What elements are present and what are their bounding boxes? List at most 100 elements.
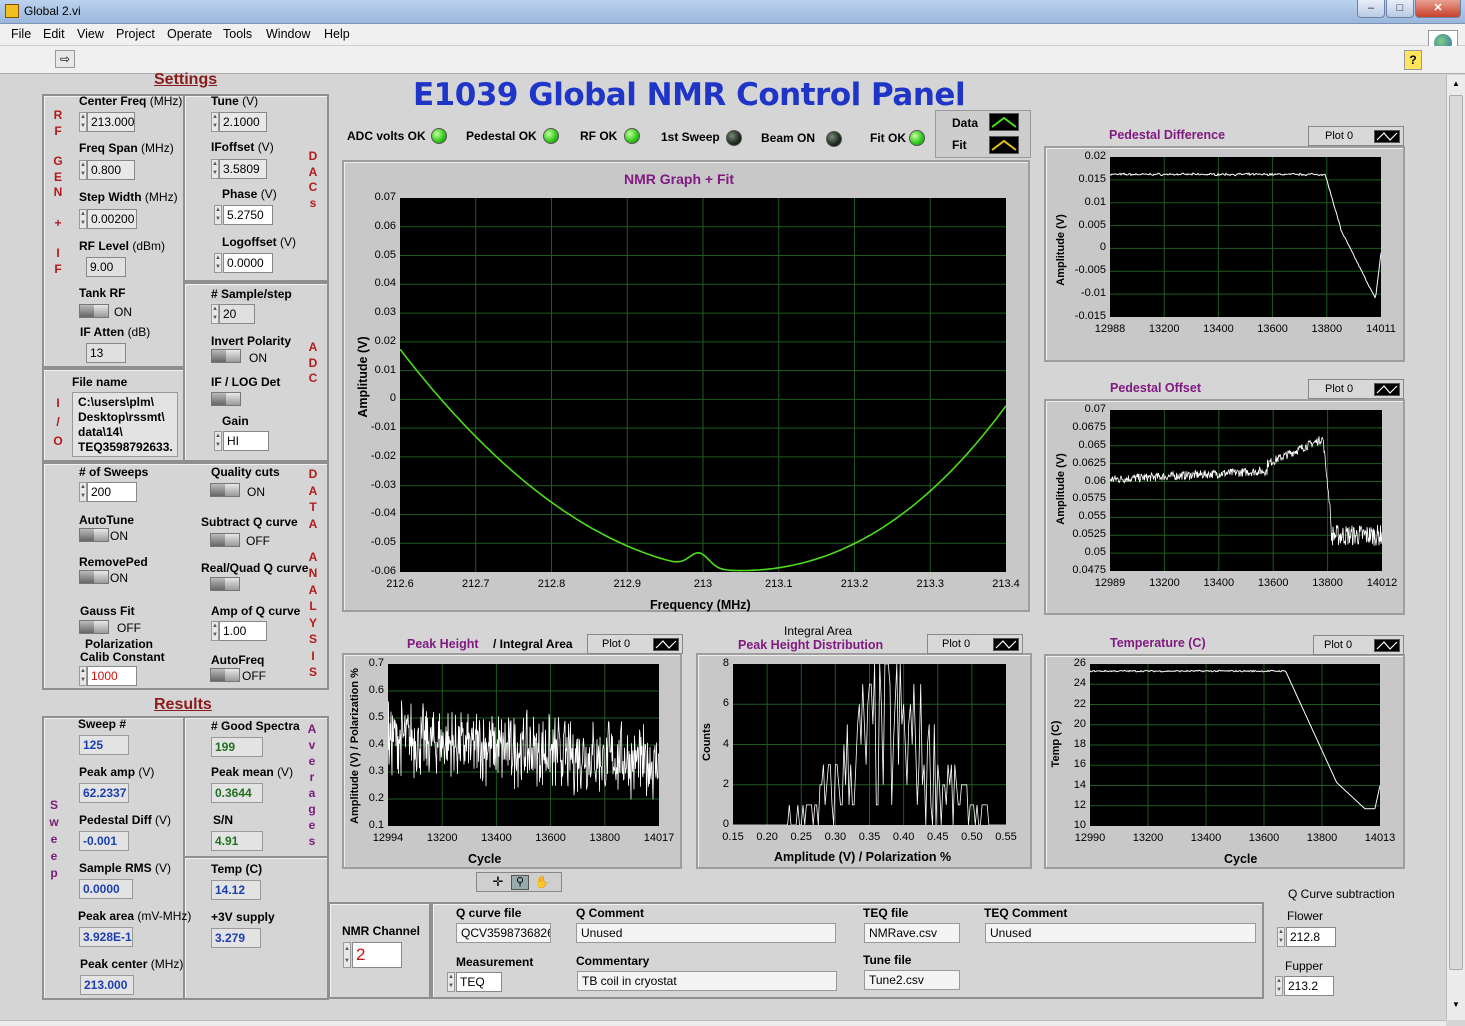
subtract-q-toggle[interactable] xyxy=(210,533,240,547)
tank-rf-toggle[interactable] xyxy=(79,304,109,318)
amp-q-input[interactable]: 1.00 xyxy=(219,621,267,641)
peak-amp-label: Peak amp (V) xyxy=(79,765,155,779)
legend-fit-swatch[interactable] xyxy=(989,136,1019,154)
ped_diff-xtick: 13400 xyxy=(1203,323,1234,335)
quality-cuts-toggle[interactable] xyxy=(210,483,240,497)
sample-step-input[interactable]: 20 xyxy=(219,304,255,324)
ped-offset-plot-legend[interactable]: Plot 0 xyxy=(1308,379,1404,399)
maximize-button[interactable]: □ xyxy=(1386,0,1414,18)
gain-spinner[interactable]: ▲ ▼ xyxy=(214,431,222,451)
zoom-icon[interactable]: ⚲ xyxy=(511,875,529,890)
peak_dist-ytick: 2 xyxy=(722,777,729,790)
teq-comment-field[interactable]: Unused xyxy=(985,923,1256,943)
menu-window[interactable]: Window xyxy=(266,27,310,41)
nmr-graph-plot[interactable] xyxy=(399,198,1007,572)
scroll-up-icon[interactable]: ▲ xyxy=(1449,79,1463,93)
temperature-plot-legend[interactable]: Plot 0 xyxy=(1313,635,1404,655)
ped-diff-plot-legend[interactable]: Plot 0 xyxy=(1308,126,1404,146)
vertical-scrollbar[interactable]: ▲ ▼ xyxy=(1446,75,1465,1020)
ped-offset-line xyxy=(1109,436,1383,546)
flower-spinner[interactable]: ▲ ▼ xyxy=(1277,927,1285,947)
scroll-down-icon[interactable]: ▼ xyxy=(1449,1000,1463,1014)
removeped-state: ON xyxy=(110,571,128,585)
step-width-input[interactable]: 0.00200 xyxy=(87,209,137,229)
flower-input[interactable]: 212.8 xyxy=(1286,927,1336,947)
measurement-label: Measurement xyxy=(456,955,534,969)
cursor-move-icon[interactable]: ✛ xyxy=(489,875,507,890)
menu-edit[interactable]: Edit xyxy=(43,27,65,41)
num-sweeps-input[interactable]: 200 xyxy=(87,482,137,502)
ped-offset-plot[interactable] xyxy=(1109,410,1383,571)
real-quad-toggle[interactable] xyxy=(210,577,240,591)
ioffset-input[interactable]: 3.5809 xyxy=(219,159,267,179)
removeped-toggle[interactable] xyxy=(79,570,109,584)
menu-tools[interactable]: Tools xyxy=(223,27,252,41)
graph-palette: ✛ ⚲ ✋ xyxy=(476,872,562,892)
tune-spinner[interactable]: ▲ ▼ xyxy=(211,112,219,132)
menu-project[interactable]: Project xyxy=(116,27,155,41)
rf-level-input[interactable]: 9.00 xyxy=(86,257,126,277)
pol-calib-spinner[interactable]: ▲ ▼ xyxy=(79,666,87,686)
ioffset-spinner[interactable]: ▲ ▼ xyxy=(211,159,219,179)
q-curve-file-field[interactable]: QCV3598736826. xyxy=(456,923,551,943)
supply-label: +3V supply xyxy=(211,910,275,924)
if-log-det-toggle[interactable] xyxy=(211,392,241,406)
peak-amp-value: 62.2337 xyxy=(79,783,129,803)
fupper-spinner[interactable]: ▲ ▼ xyxy=(1275,976,1283,996)
horizontal-scrollbar[interactable] xyxy=(0,1020,1446,1026)
sample-step-spinner[interactable]: ▲ ▼ xyxy=(211,304,219,324)
phase-spinner[interactable]: ▲ ▼ xyxy=(214,205,222,225)
run-arrow-icon[interactable]: ⇨ xyxy=(55,50,75,68)
tune-input[interactable]: 2.1000 xyxy=(219,112,267,132)
temperature-ytick: 22 xyxy=(1073,697,1086,710)
peak-height-plot[interactable] xyxy=(387,664,660,826)
amp-q-spinner[interactable]: ▲ ▼ xyxy=(211,621,219,641)
subtract-q-label: Subtract Q curve xyxy=(201,515,298,529)
logoffset-spinner[interactable]: ▲ ▼ xyxy=(214,253,222,273)
gauss-fit-toggle[interactable] xyxy=(79,620,109,634)
freq-span-spinner[interactable]: ▲ ▼ xyxy=(79,160,87,180)
ped-offset-ylabel: Amplitude (V) xyxy=(1055,453,1067,525)
freq-span-input[interactable]: 0.800 xyxy=(87,160,135,180)
close-button[interactable]: ✕ xyxy=(1415,0,1461,18)
commentary-field[interactable]: TB coil in cryostat xyxy=(577,971,837,991)
pedestal-ok-led xyxy=(543,128,559,144)
pan-hand-icon[interactable]: ✋ xyxy=(533,875,551,890)
peak-height-plot-legend[interactable]: Plot 0 xyxy=(587,634,683,654)
help-icon[interactable]: ? xyxy=(1404,50,1422,70)
measurement-select[interactable]: TEQ xyxy=(456,972,502,992)
measurement-spinner[interactable]: ▲ ▼ xyxy=(447,972,455,992)
gain-select[interactable]: HI xyxy=(223,431,269,451)
legend-data-swatch[interactable] xyxy=(989,113,1019,131)
if-atten-input[interactable]: 13 xyxy=(86,343,126,363)
autofreq-toggle[interactable] xyxy=(210,668,240,682)
teq-file-field[interactable]: NMRave.csv xyxy=(864,923,960,943)
ped-diff-plot[interactable] xyxy=(1109,157,1382,317)
menu-view[interactable]: View xyxy=(77,27,104,41)
autotune-toggle[interactable] xyxy=(79,528,109,542)
center-freq-input[interactable]: 213.000 xyxy=(87,112,135,132)
tune-file-field[interactable]: Tune2.csv xyxy=(864,970,960,990)
minimize-button[interactable]: – xyxy=(1357,0,1385,18)
ped_diff-ytick: 0.02 xyxy=(1084,150,1106,162)
step-width-spinner[interactable]: ▲ ▼ xyxy=(79,209,87,229)
pol-calib-input[interactable]: 1000 xyxy=(87,666,137,686)
peak-dist-title-top: Integral Area xyxy=(784,624,853,638)
nmr-channel-input[interactable]: 2 xyxy=(352,942,402,968)
menu-operate[interactable]: Operate xyxy=(167,27,212,41)
peak-dist-plot[interactable] xyxy=(733,663,1006,826)
center-freq-spinner[interactable]: ▲ ▼ xyxy=(79,112,87,132)
menu-help[interactable]: Help xyxy=(324,27,350,41)
temperature-plot[interactable] xyxy=(1089,664,1381,826)
logoffset-input[interactable]: 0.0000 xyxy=(223,253,273,273)
scroll-thumb[interactable] xyxy=(1449,95,1463,970)
peak-area-value: 3.928E-1 xyxy=(79,927,133,947)
q-comment-field[interactable]: Unused xyxy=(576,923,836,943)
num-sweeps-spinner[interactable]: ▲ ▼ xyxy=(79,482,87,502)
phase-input[interactable]: 5.2750 xyxy=(223,205,273,225)
menu-file[interactable]: File xyxy=(11,27,31,41)
fupper-input[interactable]: 213.2 xyxy=(1284,976,1334,996)
nmr-channel-spinner[interactable]: ▲ ▼ xyxy=(343,942,351,968)
invert-polarity-toggle[interactable] xyxy=(211,349,241,363)
peak-dist-plot-legend[interactable]: Plot 0 xyxy=(927,634,1023,654)
